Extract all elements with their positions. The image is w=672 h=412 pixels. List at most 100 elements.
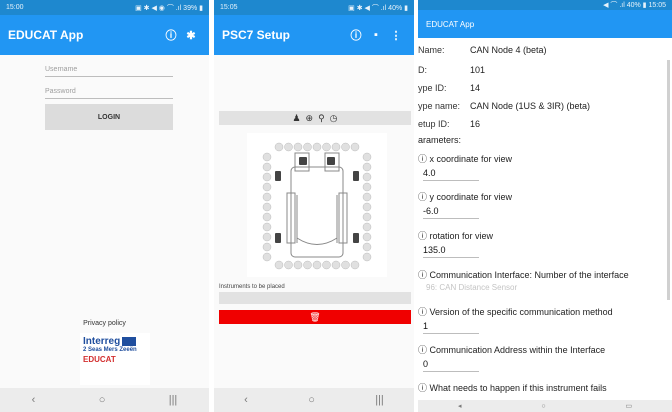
sensor-dot[interactable] xyxy=(284,260,293,270)
sensor-dot[interactable] xyxy=(331,142,341,152)
info-icon[interactable]: ⓘ xyxy=(161,27,181,43)
interface-select[interactable]: 96: CAN Distance Sensor xyxy=(426,283,517,292)
sensor-dot[interactable] xyxy=(362,222,372,232)
status-bar: 15:00 ▣ ✱ ◀ ◉ ⌒ .ıl 39% ▮ xyxy=(0,0,209,15)
sensor-dot[interactable] xyxy=(362,172,372,182)
sensor-dot[interactable] xyxy=(262,192,272,202)
scrollbar[interactable] xyxy=(667,60,670,300)
back-icon[interactable]: ◂ xyxy=(458,402,462,410)
sensor-dot[interactable] xyxy=(322,142,331,152)
sensor-dot[interactable] xyxy=(312,142,322,152)
menu-icon[interactable]: ⋮ xyxy=(386,29,406,42)
trash-icon: 🗑 xyxy=(309,311,321,322)
app-title: PSC7 Setup xyxy=(222,28,291,42)
nav-bar: ‹ ○ ||| xyxy=(0,388,209,412)
param-label: ⓘ Version of the specific communication … xyxy=(418,307,613,317)
app-bar: EDUCAT App ⓘ ✱ xyxy=(0,15,209,55)
sensor-dot[interactable] xyxy=(322,260,331,270)
sensor-dot[interactable] xyxy=(284,142,293,152)
sensor-dot[interactable] xyxy=(341,142,350,152)
recents-icon[interactable]: ▭ xyxy=(625,402,632,410)
sensor-dot[interactable] xyxy=(262,182,272,192)
tool-strip: ♟ ⊕ ⚲ ◷ xyxy=(219,111,411,125)
field-row: D: 101 xyxy=(418,65,485,75)
sensor-dot[interactable] xyxy=(362,182,372,192)
sensor-dot[interactable] xyxy=(362,212,372,222)
sensor-dot[interactable] xyxy=(262,162,272,172)
status-time: 15:05 xyxy=(220,4,238,11)
sensor-dot[interactable] xyxy=(262,202,272,212)
clock-icon[interactable]: ◷ xyxy=(330,113,338,124)
delete-button[interactable]: 🗑 xyxy=(219,310,411,324)
sensor-dot[interactable] xyxy=(312,260,322,270)
instruments-list[interactable] xyxy=(219,292,411,304)
app-bar: EDUCAT App xyxy=(418,10,672,38)
sensor-dot[interactable] xyxy=(350,260,360,270)
param-label: ⓘ Communication Address within the Inter… xyxy=(418,345,606,355)
field-key: Name: xyxy=(418,45,445,55)
sensor-dots xyxy=(262,142,372,270)
field-value: CAN Node (1US & 3IR) (beta) xyxy=(470,101,591,111)
privacy-policy-link[interactable]: Privacy policy xyxy=(0,320,209,327)
status-time: 15:00 xyxy=(6,4,24,11)
login-button[interactable]: LOGIN xyxy=(45,104,173,130)
sensor-dot[interactable] xyxy=(293,142,303,152)
sensor-dot[interactable] xyxy=(262,242,272,252)
param-label: ⓘ rotation for view xyxy=(418,231,494,241)
field-key: ype ID: xyxy=(418,83,447,93)
sensor-dot[interactable] xyxy=(274,260,284,270)
home-icon[interactable]: ○ xyxy=(541,403,545,410)
sensor-dot[interactable] xyxy=(362,162,372,172)
status-icons: ▣ ✱ ◀ ◉ ⌒ .ıl 39% ▮ xyxy=(135,4,203,12)
sensor-dot[interactable] xyxy=(293,260,303,270)
nav-bar: ‹ ○ ||| xyxy=(214,388,414,412)
recents-icon[interactable]: ||| xyxy=(375,394,384,406)
password-input[interactable]: Password xyxy=(45,88,173,99)
home-icon[interactable]: ○ xyxy=(99,394,106,406)
wheelchair-diagram xyxy=(262,142,372,270)
field-value: 101 xyxy=(470,65,486,75)
field-key: ype name: xyxy=(418,101,461,111)
sensor-dot[interactable] xyxy=(262,152,272,162)
recents-icon[interactable]: ||| xyxy=(169,394,178,406)
sensor-dot[interactable] xyxy=(262,212,272,222)
sensor-dot[interactable] xyxy=(262,232,272,242)
sensor-dot[interactable] xyxy=(331,260,341,270)
sensor-dot[interactable] xyxy=(362,242,372,252)
save-icon[interactable]: ▪ xyxy=(366,29,386,41)
rotation-input[interactable]: 135.0 xyxy=(423,245,479,258)
status-bar: ◀ ⌒ .ıl 40% ▮ 15:05 xyxy=(418,0,672,10)
login-screen: 15:00 ▣ ✱ ◀ ◉ ⌒ .ıl 39% ▮ EDUCAT App ⓘ ✱… xyxy=(0,0,209,412)
sensor-icon[interactable]: ⚲ xyxy=(318,113,325,124)
version-input[interactable]: 1 xyxy=(423,321,479,334)
x-coordinate-input[interactable]: 4.0 xyxy=(423,168,479,181)
back-icon[interactable]: ‹ xyxy=(244,394,248,406)
sensor-dot[interactable] xyxy=(303,142,312,152)
instruments-label: Instruments to be placed xyxy=(219,284,285,290)
sensor-dot[interactable] xyxy=(303,260,312,270)
app-bar: PSC7 Setup ⓘ ▪ ⋮ xyxy=(214,15,414,55)
sensor-dot[interactable] xyxy=(362,202,372,212)
back-icon[interactable]: ‹ xyxy=(32,394,36,406)
person-icon[interactable]: ♟ xyxy=(292,113,300,124)
sensor-dot[interactable] xyxy=(350,142,360,152)
address-input[interactable]: 0 xyxy=(423,359,479,372)
app-title: EDUCAT App xyxy=(426,19,475,29)
gear-icon[interactable]: ✱ xyxy=(181,29,201,42)
sensor-dot[interactable] xyxy=(262,252,272,262)
info-icon[interactable]: ⓘ xyxy=(346,27,366,43)
sensor-dot[interactable] xyxy=(362,152,372,162)
sensor-dot[interactable] xyxy=(262,172,272,182)
sensor-dot[interactable] xyxy=(341,260,350,270)
sensor-dot[interactable] xyxy=(362,232,372,242)
username-input[interactable]: Username xyxy=(45,66,173,77)
y-coordinate-input[interactable]: -6.0 xyxy=(423,206,479,219)
sensor-dot[interactable] xyxy=(362,252,372,262)
sensor-dot[interactable] xyxy=(362,192,372,202)
home-icon[interactable]: ○ xyxy=(308,394,315,406)
vehicle-diagram[interactable] xyxy=(247,133,387,277)
target-icon[interactable]: ⊕ xyxy=(306,113,314,124)
sensor-dot[interactable] xyxy=(262,222,272,232)
sensor-dot[interactable] xyxy=(274,142,284,152)
field-value[interactable]: CAN Node 4 (beta) xyxy=(470,45,547,55)
